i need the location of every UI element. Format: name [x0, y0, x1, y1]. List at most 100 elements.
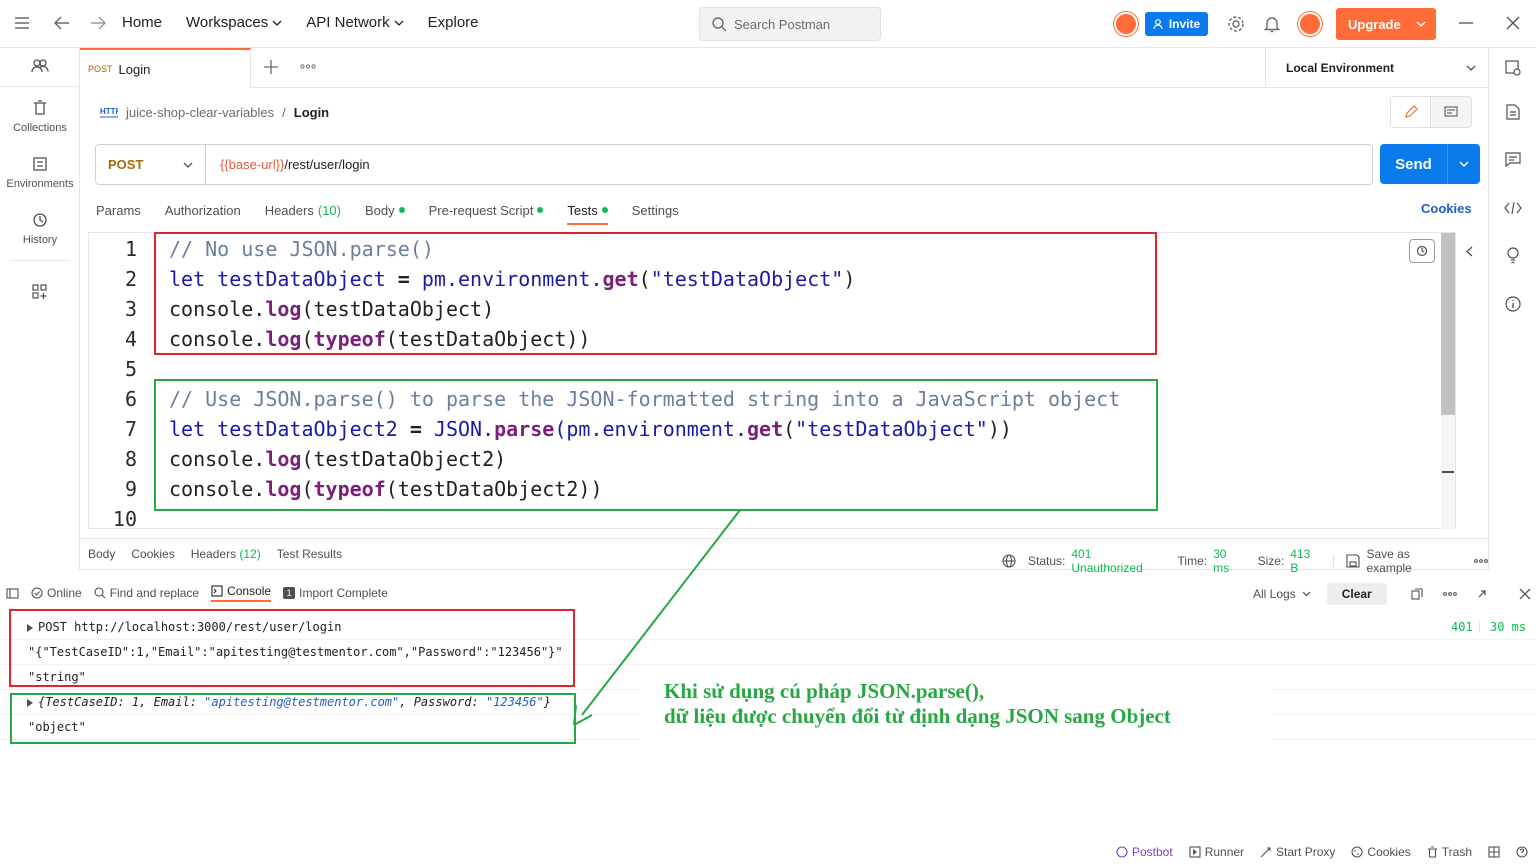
method-select[interactable]: POST [96, 145, 206, 184]
nav-home[interactable]: Home [122, 14, 162, 31]
line-number: 1 [124, 237, 137, 261]
line-number: 5 [124, 357, 137, 381]
response-tab-cookies[interactable]: Cookies [131, 547, 174, 561]
scroll-marker [1442, 471, 1454, 473]
environment-select[interactable]: Local Environment [1265, 48, 1488, 88]
sidebar-item-environments[interactable]: Environments [0, 156, 80, 190]
expand-icon[interactable] [1477, 589, 1487, 599]
environment-quicklook-icon[interactable] [1505, 60, 1521, 76]
sidebar-item-collections[interactable]: Collections [0, 100, 80, 134]
history-icon [32, 212, 48, 228]
sidebar-item-history[interactable]: History [0, 212, 80, 246]
footer-postbot[interactable]: Postbot [1116, 845, 1173, 859]
tab-count: (12) [239, 547, 261, 561]
more-icon[interactable] [1474, 559, 1488, 563]
nav-api-network[interactable]: API Network [306, 14, 404, 31]
nav-api-network-label: API Network [306, 14, 390, 31]
online-status[interactable]: Online [31, 586, 82, 600]
upgrade-button[interactable]: Upgrade [1336, 8, 1436, 40]
close-icon[interactable] [1506, 16, 1520, 30]
info-icon[interactable] [1505, 296, 1521, 312]
code-icon[interactable] [1504, 202, 1522, 214]
nav-workspaces[interactable]: Workspaces [186, 14, 282, 31]
console-tab[interactable]: Console [211, 584, 272, 602]
help-icon[interactable] [1516, 846, 1528, 858]
invite-button[interactable]: Invite [1145, 12, 1208, 36]
tab-pre-request-script[interactable]: Pre-request Script [429, 198, 544, 222]
back-arrow-icon[interactable] [54, 16, 70, 30]
footer-trash[interactable]: Trash [1427, 845, 1472, 859]
url-input[interactable]: {{base-url}}/rest/user/login [206, 157, 370, 172]
highlight-box-green [154, 379, 1158, 511]
size-value[interactable]: 413 B [1290, 547, 1321, 575]
tab-label: Tests [567, 202, 598, 218]
snippets-icon[interactable] [1409, 239, 1435, 263]
comments-icon[interactable] [1505, 152, 1521, 167]
tab-method: POST [88, 64, 113, 74]
plus-icon[interactable] [264, 60, 278, 74]
gear-icon[interactable] [1227, 15, 1245, 33]
left-sidebar: Collections Environments History [0, 48, 80, 570]
close-console-icon[interactable] [1519, 588, 1531, 600]
lightbulb-icon[interactable] [1505, 246, 1521, 264]
tab-body[interactable]: Body [365, 198, 405, 222]
annotation-line: dữ liệu được chuyển đổi từ định dạng JSO… [664, 704, 1171, 728]
import-status[interactable]: 1 Import Complete [283, 586, 388, 600]
time-label: Time: [1177, 554, 1208, 568]
chevron-down-icon[interactable] [1448, 161, 1480, 167]
copy-icon[interactable] [1411, 588, 1423, 600]
comment-icon[interactable] [1431, 97, 1471, 127]
footer-start-proxy[interactable]: Start Proxy [1260, 845, 1335, 859]
more-icon[interactable] [1442, 592, 1457, 596]
more-icon[interactable] [300, 64, 316, 69]
tab-label: Pre-request Script [428, 202, 534, 218]
line-number: 3 [124, 297, 137, 321]
send-button[interactable]: Send [1380, 144, 1480, 184]
menu-icon[interactable] [14, 16, 30, 30]
editor-scrollbar-thumb[interactable] [1441, 233, 1455, 415]
cookies-link[interactable]: Cookies [1421, 201, 1472, 216]
bell-icon[interactable] [1264, 15, 1280, 33]
pencil-icon[interactable] [1391, 97, 1431, 127]
sidebar-item-label: Environments [6, 178, 74, 190]
user-avatar[interactable] [1114, 12, 1138, 36]
footer-runner[interactable]: Runner [1189, 845, 1244, 859]
tab-headers[interactable]: Headers (10) [265, 198, 341, 222]
breadcrumb-request[interactable]: Login [294, 105, 329, 120]
highlight-box-green [10, 693, 576, 744]
tab-tests[interactable]: Tests [567, 198, 608, 225]
tab-settings[interactable]: Settings [632, 198, 679, 222]
find-and-replace[interactable]: Find and replace [94, 586, 199, 600]
layout-icon[interactable] [1488, 846, 1500, 858]
add-user-icon [1153, 18, 1164, 30]
chevron-down-icon [1302, 591, 1311, 597]
sidebar-item-workspace[interactable] [0, 58, 80, 74]
forward-arrow-icon[interactable] [90, 16, 106, 30]
tab-login[interactable]: POST Login [80, 48, 251, 88]
clear-button[interactable]: Clear [1326, 583, 1387, 605]
chevron-down-icon[interactable] [1416, 21, 1426, 27]
time-value[interactable]: 30 ms [1213, 547, 1246, 575]
status-value[interactable]: 401 Unauthorized [1071, 547, 1165, 575]
tab-count: (10) [317, 202, 341, 218]
tab-params[interactable]: Params [96, 198, 141, 222]
minimize-icon[interactable] [1459, 22, 1473, 24]
nav-explore[interactable]: Explore [428, 14, 479, 31]
footer-cookies[interactable]: Cookies [1351, 845, 1411, 859]
save-as-example-button[interactable]: Save as example [1366, 547, 1458, 575]
response-tab-headers[interactable]: Headers (12) [191, 547, 261, 561]
chevron-left-icon[interactable] [1466, 246, 1473, 257]
tab-authorization[interactable]: Authorization [165, 198, 241, 222]
breadcrumb-collection[interactable]: juice-shop-clear-variables [126, 105, 274, 120]
all-logs-select[interactable]: All Logs [1253, 587, 1296, 601]
response-tab-body[interactable]: Body [88, 547, 115, 561]
active-tab-indicator [567, 223, 608, 225]
search-input[interactable]: Search Postman [699, 7, 881, 41]
environment-icon [32, 156, 48, 172]
account-avatar[interactable] [1298, 12, 1322, 36]
toggle-sidebar-icon[interactable] [6, 587, 19, 599]
status-dot [398, 207, 405, 213]
response-tab-test-results[interactable]: Test Results [277, 547, 342, 561]
sidebar-item-add-apps[interactable] [0, 284, 80, 300]
documentation-icon[interactable] [1506, 104, 1520, 120]
